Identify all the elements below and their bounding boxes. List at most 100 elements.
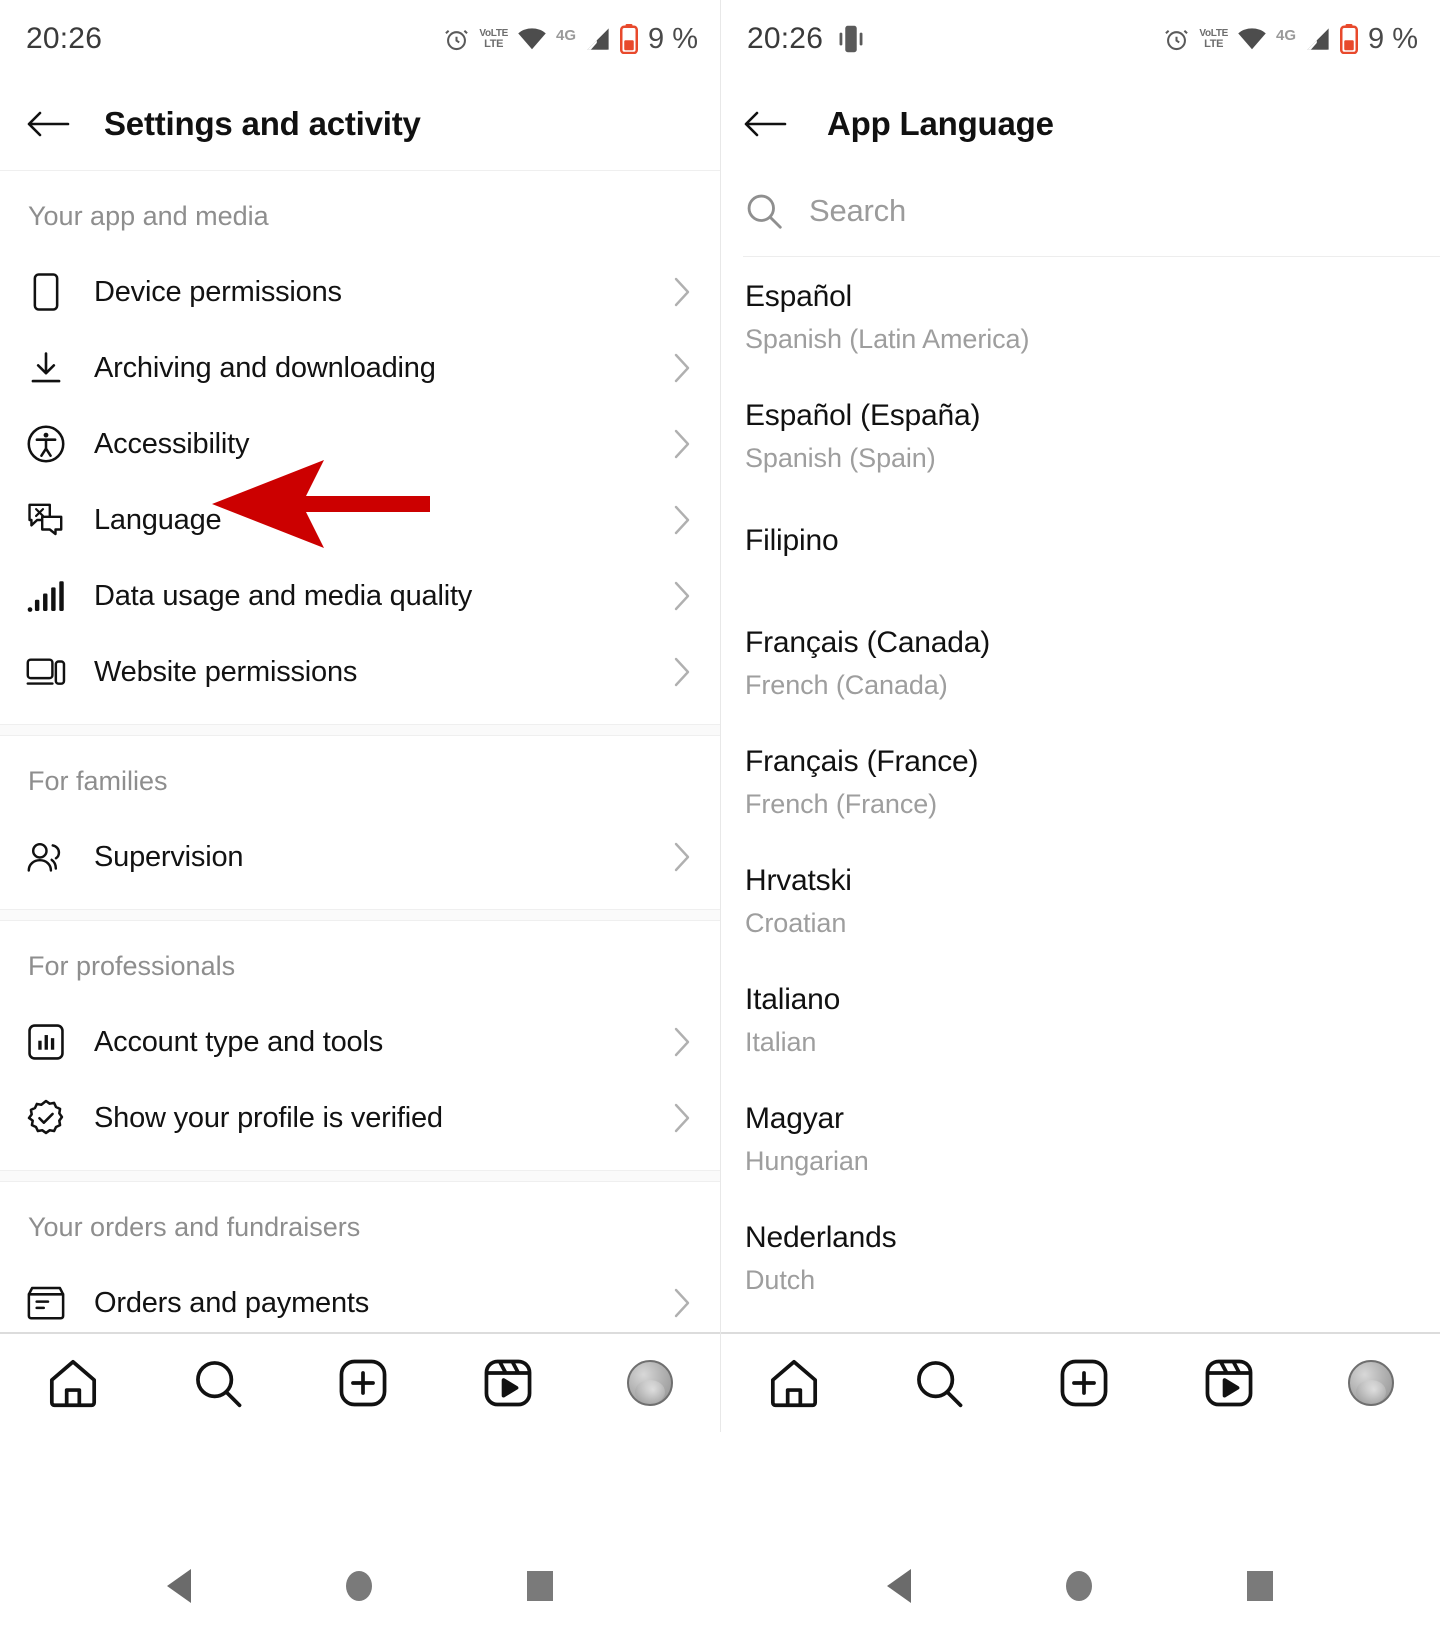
battery-percent-label: 9 % xyxy=(648,22,698,55)
search-icon[interactable] xyxy=(192,1357,244,1409)
home-circle-icon[interactable] xyxy=(345,1570,372,1601)
back-triangle-icon[interactable] xyxy=(167,1568,192,1603)
language-english-name: Hungarian xyxy=(745,1146,869,1176)
right-app-bar: App Language xyxy=(721,78,1440,170)
language-native-name: Italiano xyxy=(745,983,841,1016)
section-divider xyxy=(0,724,720,736)
language-option-hrvatski[interactable]: Hrvatski Croatian xyxy=(721,841,1440,960)
section-divider xyxy=(0,1170,720,1182)
section-header-for-professionals: For professionals xyxy=(28,951,236,981)
chart-box-icon xyxy=(26,1022,66,1062)
settings-row-supervision[interactable]: Supervision xyxy=(0,819,720,895)
settings-row-show-your-profile-is-verified[interactable]: Show your profile is verified xyxy=(0,1080,720,1156)
profile-avatar[interactable] xyxy=(1348,1360,1395,1406)
network-4g-icon: 4G xyxy=(1276,26,1297,44)
app-language-panel: 20:26 VoLTE LTE 4G 9 % App Language Sear… xyxy=(720,0,1440,1432)
search-bar[interactable]: Search xyxy=(721,170,1440,256)
settings-row-archiving-and-downloading[interactable]: Archiving and downloading xyxy=(0,330,720,406)
people-icon xyxy=(26,837,66,877)
chevron-right-icon xyxy=(674,1288,690,1318)
settings-row-accessibility[interactable]: Accessibility xyxy=(0,406,720,482)
back-triangle-icon[interactable] xyxy=(887,1568,912,1603)
create-icon[interactable] xyxy=(337,1357,389,1409)
back-arrow-icon[interactable] xyxy=(743,109,787,139)
recents-square-icon[interactable] xyxy=(1246,1570,1273,1601)
search-icon[interactable] xyxy=(913,1357,965,1409)
receipt-box-icon xyxy=(26,1283,66,1323)
create-icon[interactable] xyxy=(1058,1357,1110,1409)
download-icon xyxy=(26,348,66,388)
language-option-filipino[interactable]: Filipino xyxy=(721,495,1440,603)
language-english-name: French (France) xyxy=(745,789,938,819)
chevron-right-icon xyxy=(674,277,690,307)
home-circle-icon[interactable] xyxy=(1065,1570,1092,1601)
chevron-right-icon xyxy=(674,657,690,687)
dual-phone-panels: 20:26 VoLTE LTE 4G 9 % Settings and acti… xyxy=(0,0,1440,1432)
page-title: Settings and activity xyxy=(104,105,421,142)
home-icon[interactable] xyxy=(47,1357,99,1409)
language-option-francais-france[interactable]: Français (France) French (France) xyxy=(721,722,1440,841)
language-option-espanol-espana[interactable]: Español (España) Spanish (Spain) xyxy=(721,376,1440,495)
language-english-name: Dutch xyxy=(745,1265,816,1295)
chevron-right-icon xyxy=(674,429,690,459)
chevron-right-icon xyxy=(674,1027,690,1057)
settings-row-account-type-and-tools[interactable]: Account type and tools xyxy=(0,1004,720,1080)
back-arrow-icon[interactable] xyxy=(26,109,70,139)
screenshot-root: 20:26 VoLTE LTE 4G 9 % Settings and acti… xyxy=(0,0,1440,1639)
settings-row-data-usage-and-media-quality[interactable]: Data usage and media quality xyxy=(0,558,720,634)
language-native-name: Français (Canada) xyxy=(745,626,991,659)
language-option-nederlands[interactable]: Nederlands Dutch xyxy=(721,1198,1440,1317)
network-4g-icon: 4G xyxy=(556,26,577,44)
verified-badge-icon xyxy=(26,1098,66,1138)
language-native-name: Español xyxy=(745,280,853,313)
chevron-right-icon xyxy=(674,1103,690,1133)
android-navigation-bar xyxy=(0,1532,1440,1639)
language-english-name: Italian xyxy=(745,1027,817,1057)
recents-square-icon[interactable] xyxy=(526,1570,553,1601)
settings-row-language[interactable]: Language xyxy=(0,482,720,558)
language-english-name: Spanish (Spain) xyxy=(745,443,936,473)
battery-low-icon xyxy=(1340,24,1359,54)
phone-icon xyxy=(26,272,66,312)
left-app-bar: Settings and activity xyxy=(0,78,720,170)
settings-row-orders-and-payments[interactable]: Orders and payments xyxy=(0,1265,720,1341)
row-label: Device permissions xyxy=(94,275,342,308)
row-label: Archiving and downloading xyxy=(94,351,436,384)
section-header-your-app-and-media: Your app and media xyxy=(0,170,720,254)
row-label: Account type and tools xyxy=(94,1025,384,1058)
battery-low-icon xyxy=(620,24,639,54)
row-label: Show your profile is verified xyxy=(94,1101,443,1134)
settings-row-website-permissions[interactable]: Website permissions xyxy=(0,634,720,710)
profile-avatar[interactable] xyxy=(627,1360,674,1406)
settings-row-device-permissions[interactable]: Device permissions xyxy=(0,254,720,330)
section-header-for-families: For families xyxy=(28,766,168,796)
search-icon xyxy=(747,194,782,229)
bars-signal-icon xyxy=(26,576,66,616)
row-label: Supervision xyxy=(94,840,244,873)
home-icon[interactable] xyxy=(768,1357,820,1409)
row-label: Website permissions xyxy=(94,655,358,688)
signal-icon xyxy=(1307,28,1329,50)
bottom-tab-bar-left xyxy=(0,1332,720,1432)
language-native-name: Nederlands xyxy=(745,1221,897,1254)
reels-icon[interactable] xyxy=(1203,1357,1255,1409)
vibrate-icon xyxy=(839,25,863,53)
language-native-name: Français (France) xyxy=(745,745,979,778)
chevron-right-icon xyxy=(674,842,690,872)
bottom-tab-bar-right xyxy=(721,1332,1440,1432)
volte-icon: VoLTE LTE xyxy=(479,28,508,50)
status-time: 20:26 xyxy=(26,22,103,55)
status-bar-right: 20:26 VoLTE LTE 4G 9 % xyxy=(721,0,1440,78)
language-native-name: Español (España) xyxy=(745,399,981,432)
language-option-espanol[interactable]: Español Spanish (Latin America) xyxy=(721,257,1440,376)
section-divider xyxy=(0,909,720,921)
reels-icon[interactable] xyxy=(482,1357,534,1409)
search-input[interactable]: Search xyxy=(809,193,906,229)
status-icon-group: VoLTE LTE 4G 9 % xyxy=(1163,23,1418,56)
android-nav-right xyxy=(720,1532,1440,1639)
status-bar-left: 20:26 VoLTE LTE 4G 9 % xyxy=(0,0,720,78)
language-option-italiano[interactable]: Italiano Italian xyxy=(721,960,1440,1079)
language-option-magyar[interactable]: Magyar Hungarian xyxy=(721,1079,1440,1198)
section-header-your-orders-and-fundraisers: Your orders and fundraisers xyxy=(28,1212,361,1242)
language-option-francais-canada[interactable]: Français (Canada) French (Canada) xyxy=(721,603,1440,722)
